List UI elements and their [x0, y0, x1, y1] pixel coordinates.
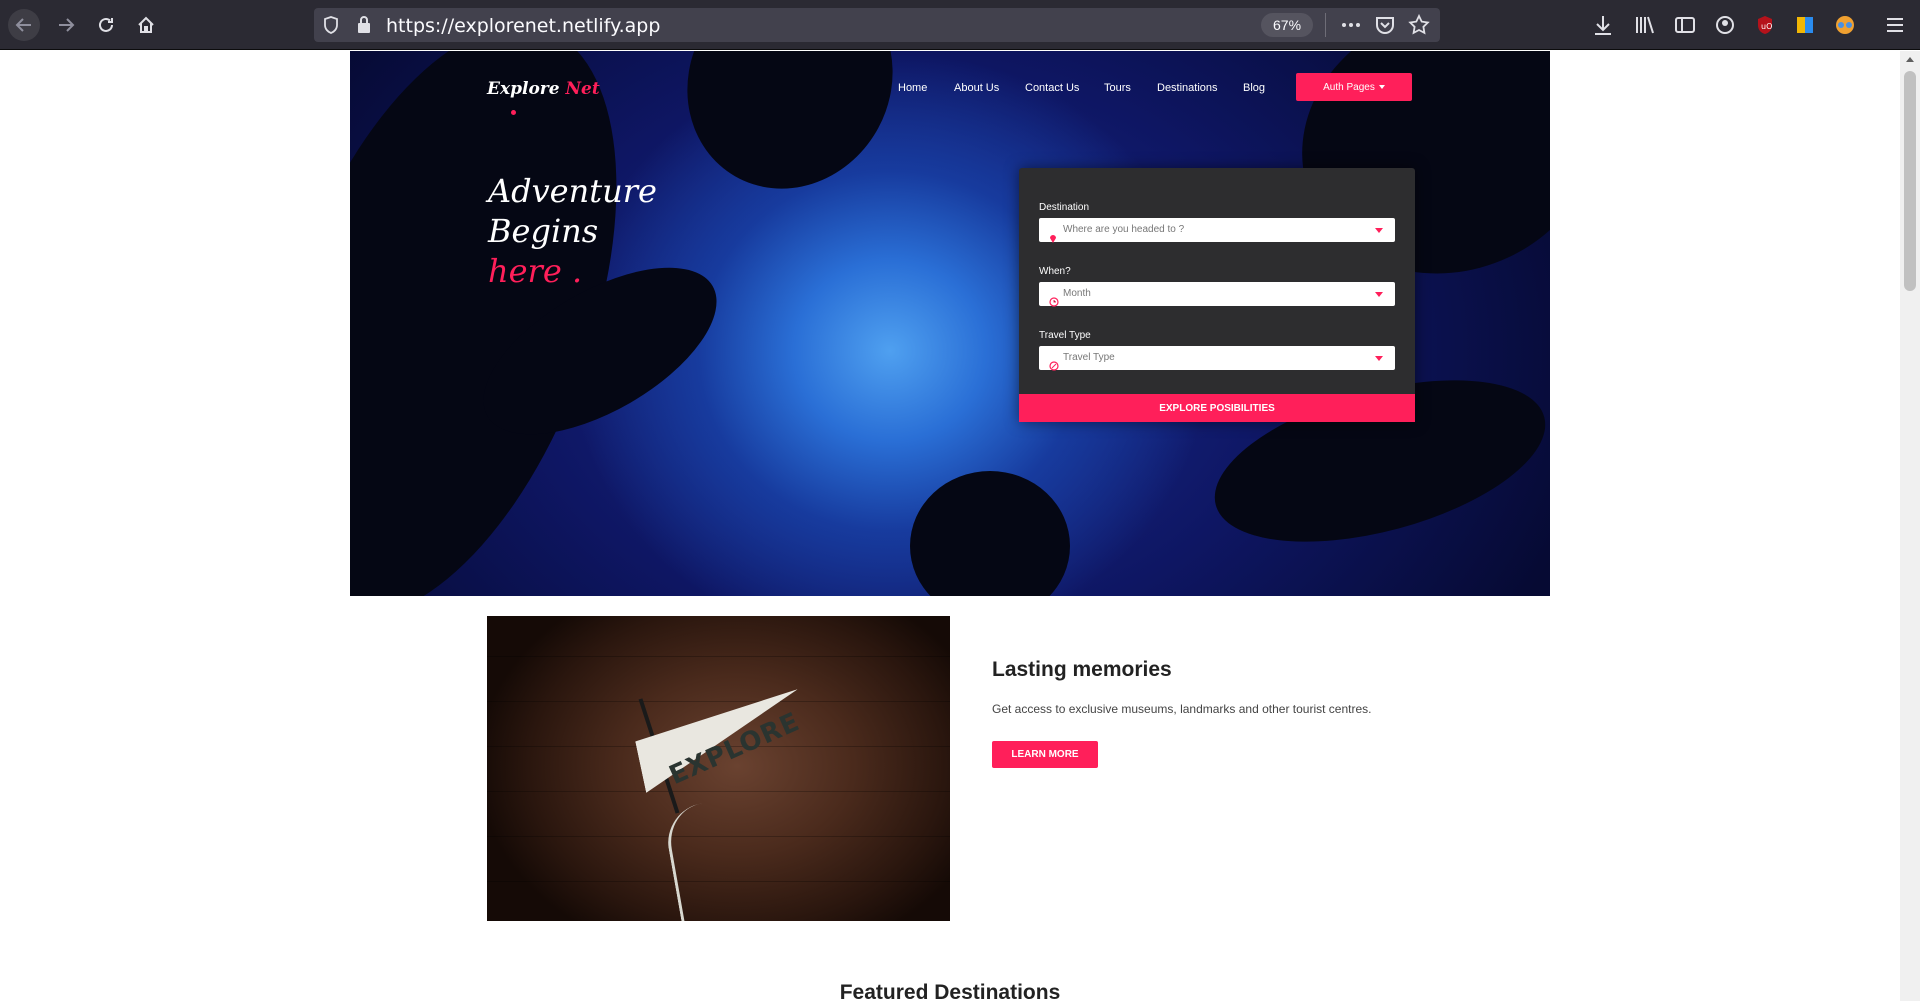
- library-icon[interactable]: [1632, 12, 1658, 38]
- wood-plank-line: [487, 656, 950, 657]
- pocket-icon[interactable]: [1374, 14, 1396, 41]
- travel-type-select[interactable]: Travel Type: [1039, 346, 1395, 371]
- wood-plank-line: [487, 791, 950, 792]
- tagline-line-3: here .: [488, 252, 583, 290]
- home-icon: [138, 16, 154, 33]
- section-title: Lasting memories: [992, 658, 1172, 681]
- learn-more-button[interactable]: LEARN MORE: [992, 741, 1098, 768]
- downloads-icon[interactable]: [1590, 12, 1616, 38]
- nav-blog[interactable]: Blog: [1243, 82, 1265, 94]
- map-pin-icon: [1049, 230, 1057, 248]
- wood-plank-line: [487, 881, 950, 882]
- account-icon[interactable]: [1712, 12, 1738, 38]
- hero-section: Explore Net Home About Us Contact Us Tou…: [350, 51, 1550, 596]
- search-form: Destination Where are you headed to ? Wh…: [1019, 168, 1415, 422]
- sidebar-icon[interactable]: [1672, 12, 1698, 38]
- logo-dot: [511, 110, 516, 115]
- more-actions-icon[interactable]: [1340, 14, 1362, 41]
- compass-icon: [1049, 358, 1059, 376]
- browser-toolbar: https://explorenet.netlify.app 67% uO: [0, 0, 1920, 50]
- home-button[interactable]: [130, 9, 162, 41]
- web-page: Explore Net Home About Us Contact Us Tou…: [0, 51, 1900, 1001]
- arrow-right-icon: [59, 18, 75, 32]
- flag-rope: [661, 803, 723, 921]
- travel-type-label: Travel Type: [1039, 330, 1091, 341]
- tagline-line-1: Adventure: [488, 172, 657, 210]
- auth-pages-dropdown[interactable]: Auth Pages: [1296, 73, 1412, 101]
- explore-possibilities-button[interactable]: EXPLORE POSIBILITIES: [1019, 394, 1415, 422]
- travel-type-placeholder: Travel Type: [1063, 352, 1115, 363]
- destination-select[interactable]: Where are you headed to ?: [1039, 218, 1395, 243]
- svg-text:uO: uO: [1761, 22, 1772, 31]
- explore-flag-photo: EXPLORE: [487, 616, 950, 921]
- lock-icon[interactable]: [356, 15, 372, 40]
- site-logo[interactable]: Explore Net: [487, 79, 600, 99]
- nav-destinations[interactable]: Destinations: [1157, 82, 1218, 94]
- chevron-down-icon: [1375, 356, 1383, 361]
- nav-tours[interactable]: Tours: [1104, 82, 1131, 94]
- zoom-level[interactable]: 67%: [1261, 13, 1314, 37]
- nav-home[interactable]: Home: [898, 82, 927, 94]
- page-scrollbar[interactable]: [1900, 51, 1920, 1001]
- nav-contact-us[interactable]: Contact Us: [1025, 82, 1079, 94]
- arrow-left-icon: [15, 18, 31, 32]
- section-text: Get access to exclusive museums, landmar…: [992, 702, 1372, 716]
- chevron-down-icon: [1375, 292, 1383, 297]
- destination-label: Destination: [1039, 202, 1090, 213]
- url-divider: [1325, 13, 1326, 37]
- diver-silhouette: [910, 471, 1070, 596]
- back-button[interactable]: [8, 9, 40, 41]
- when-select[interactable]: Month: [1039, 282, 1395, 307]
- clock-icon: [1049, 294, 1059, 312]
- wood-plank-line: [487, 701, 950, 702]
- tagline-line-2: Begins: [488, 212, 599, 250]
- wood-plank-line: [487, 836, 950, 837]
- destination-placeholder: Where are you headed to ?: [1063, 224, 1185, 235]
- when-placeholder: Month: [1063, 288, 1091, 299]
- hamburger-menu-icon[interactable]: [1882, 12, 1908, 38]
- diver-silhouette: [648, 51, 932, 227]
- reload-icon: [99, 17, 113, 32]
- auth-pages-label: Auth Pages: [1323, 81, 1375, 93]
- hero-tagline: Adventure Begins here .: [488, 171, 657, 291]
- reload-button[interactable]: [90, 9, 122, 41]
- when-label: When?: [1039, 266, 1071, 277]
- url-text[interactable]: https://explorenet.netlify.app: [386, 15, 660, 37]
- extension-glasses-icon[interactable]: [1832, 12, 1858, 38]
- address-bar[interactable]: https://explorenet.netlify.app 67%: [314, 8, 1440, 42]
- logo-accent-text: Net: [565, 79, 600, 99]
- ublock-icon[interactable]: uO: [1752, 12, 1778, 38]
- chevron-down-icon: [1375, 228, 1383, 233]
- shield-icon[interactable]: [322, 15, 340, 40]
- scroll-up-icon[interactable]: [1906, 57, 1914, 62]
- bookmark-star-icon[interactable]: [1408, 13, 1430, 41]
- caret-down-icon: [1378, 85, 1385, 89]
- extension-icon[interactable]: [1792, 12, 1818, 38]
- nav-about-us[interactable]: About Us: [954, 82, 999, 94]
- forward-button[interactable]: [50, 9, 82, 41]
- featured-destinations-heading: Featured Destinations: [839, 981, 1061, 1001]
- scrollbar-thumb[interactable]: [1904, 71, 1916, 291]
- logo-text: Explore: [487, 79, 566, 99]
